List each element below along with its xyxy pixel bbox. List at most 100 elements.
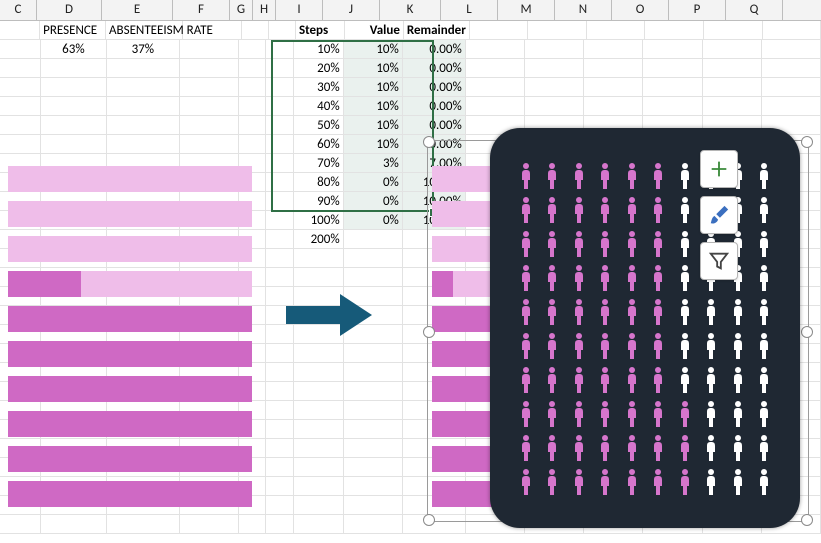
col-header[interactable]: K [380, 0, 441, 20]
cell[interactable] [180, 59, 239, 78]
cell[interactable] [466, 40, 525, 59]
cell[interactable] [584, 40, 643, 59]
cell[interactable] [0, 515, 41, 534]
cell[interactable]: ABSENTEEISM RATE [106, 21, 183, 40]
cell[interactable] [266, 344, 294, 363]
chart-filter-button[interactable] [700, 242, 738, 280]
cell[interactable] [762, 40, 821, 59]
cell[interactable] [41, 97, 108, 116]
col-header[interactable]: M [498, 0, 555, 20]
cell[interactable]: 0% [344, 211, 403, 230]
cell[interactable]: PRESENCE [40, 21, 106, 40]
cell[interactable] [0, 116, 41, 135]
cell[interactable] [0, 21, 40, 40]
cell[interactable] [266, 458, 294, 477]
cell[interactable] [239, 135, 267, 154]
cell[interactable] [0, 78, 41, 97]
cell[interactable] [344, 439, 403, 458]
cell[interactable] [294, 420, 344, 439]
col-header[interactable]: I [276, 0, 323, 20]
cell[interactable] [266, 192, 294, 211]
cell[interactable]: Steps [296, 21, 345, 40]
cell[interactable] [704, 21, 763, 40]
cell[interactable] [266, 439, 294, 458]
cell[interactable]: 30% [294, 78, 344, 97]
cell[interactable] [41, 59, 108, 78]
cell[interactable] [528, 21, 587, 40]
cell[interactable] [266, 382, 294, 401]
cell[interactable] [403, 515, 466, 534]
cell[interactable] [294, 363, 344, 382]
cell[interactable] [584, 78, 643, 97]
col-header[interactable]: J [323, 0, 380, 20]
col-header[interactable]: N [555, 0, 612, 20]
cell[interactable] [344, 268, 403, 287]
cell[interactable] [180, 515, 239, 534]
cell[interactable] [107, 78, 179, 97]
cell[interactable] [344, 230, 403, 249]
cell[interactable] [107, 116, 179, 135]
cell[interactable] [269, 21, 296, 40]
cell[interactable] [643, 40, 702, 59]
cell[interactable] [266, 496, 294, 515]
cell[interactable]: 10% [344, 135, 403, 154]
cell[interactable] [180, 135, 239, 154]
col-header[interactable]: D [37, 0, 102, 20]
cell[interactable] [762, 78, 821, 97]
cell[interactable] [266, 78, 294, 97]
cell[interactable] [41, 135, 108, 154]
cell[interactable] [266, 40, 294, 59]
col-header[interactable]: G [230, 0, 253, 20]
cell[interactable]: 10% [344, 40, 403, 59]
cell[interactable] [266, 59, 294, 78]
cell[interactable] [344, 363, 403, 382]
cell[interactable]: 0.00% [403, 40, 466, 59]
cell[interactable] [703, 97, 762, 116]
cell[interactable] [294, 344, 344, 363]
cell[interactable] [643, 78, 702, 97]
cell[interactable] [180, 116, 239, 135]
cell[interactable] [344, 515, 403, 534]
cell[interactable] [703, 78, 762, 97]
cell[interactable] [180, 78, 239, 97]
cell[interactable] [643, 97, 702, 116]
cell[interactable] [525, 40, 584, 59]
cell[interactable]: 50% [294, 116, 344, 135]
cell[interactable] [466, 59, 525, 78]
people-chart-panel[interactable] [490, 128, 800, 528]
cell[interactable] [344, 477, 403, 496]
cell[interactable] [344, 420, 403, 439]
cell[interactable] [525, 78, 584, 97]
cell[interactable] [107, 59, 179, 78]
cell[interactable] [107, 135, 179, 154]
cell[interactable] [266, 135, 294, 154]
cell[interactable]: Value [345, 21, 404, 40]
cell[interactable] [294, 382, 344, 401]
cell[interactable]: 70% [294, 154, 344, 173]
col-header[interactable]: C [0, 0, 37, 20]
cell[interactable] [703, 40, 762, 59]
cell[interactable] [466, 78, 525, 97]
cell[interactable] [107, 515, 179, 534]
cell[interactable] [266, 401, 294, 420]
cell[interactable] [239, 97, 267, 116]
cell[interactable] [266, 211, 294, 230]
cell[interactable] [0, 59, 41, 78]
cell[interactable]: 0.00% [403, 135, 466, 154]
cell[interactable]: 10% [294, 40, 344, 59]
col-header[interactable]: O [612, 0, 669, 20]
cell[interactable] [344, 344, 403, 363]
cell[interactable] [266, 363, 294, 382]
cell[interactable]: 100% [294, 211, 344, 230]
cell[interactable] [41, 515, 108, 534]
cell[interactable]: 60% [294, 135, 344, 154]
cell[interactable]: 37% [107, 40, 179, 59]
cell[interactable] [239, 40, 267, 59]
cell[interactable] [294, 515, 344, 534]
cell[interactable] [180, 97, 239, 116]
cell[interactable] [0, 97, 41, 116]
cell[interactable] [294, 458, 344, 477]
cell[interactable]: 20% [294, 59, 344, 78]
cell[interactable] [266, 230, 294, 249]
add-chart-element-button[interactable] [700, 150, 738, 188]
